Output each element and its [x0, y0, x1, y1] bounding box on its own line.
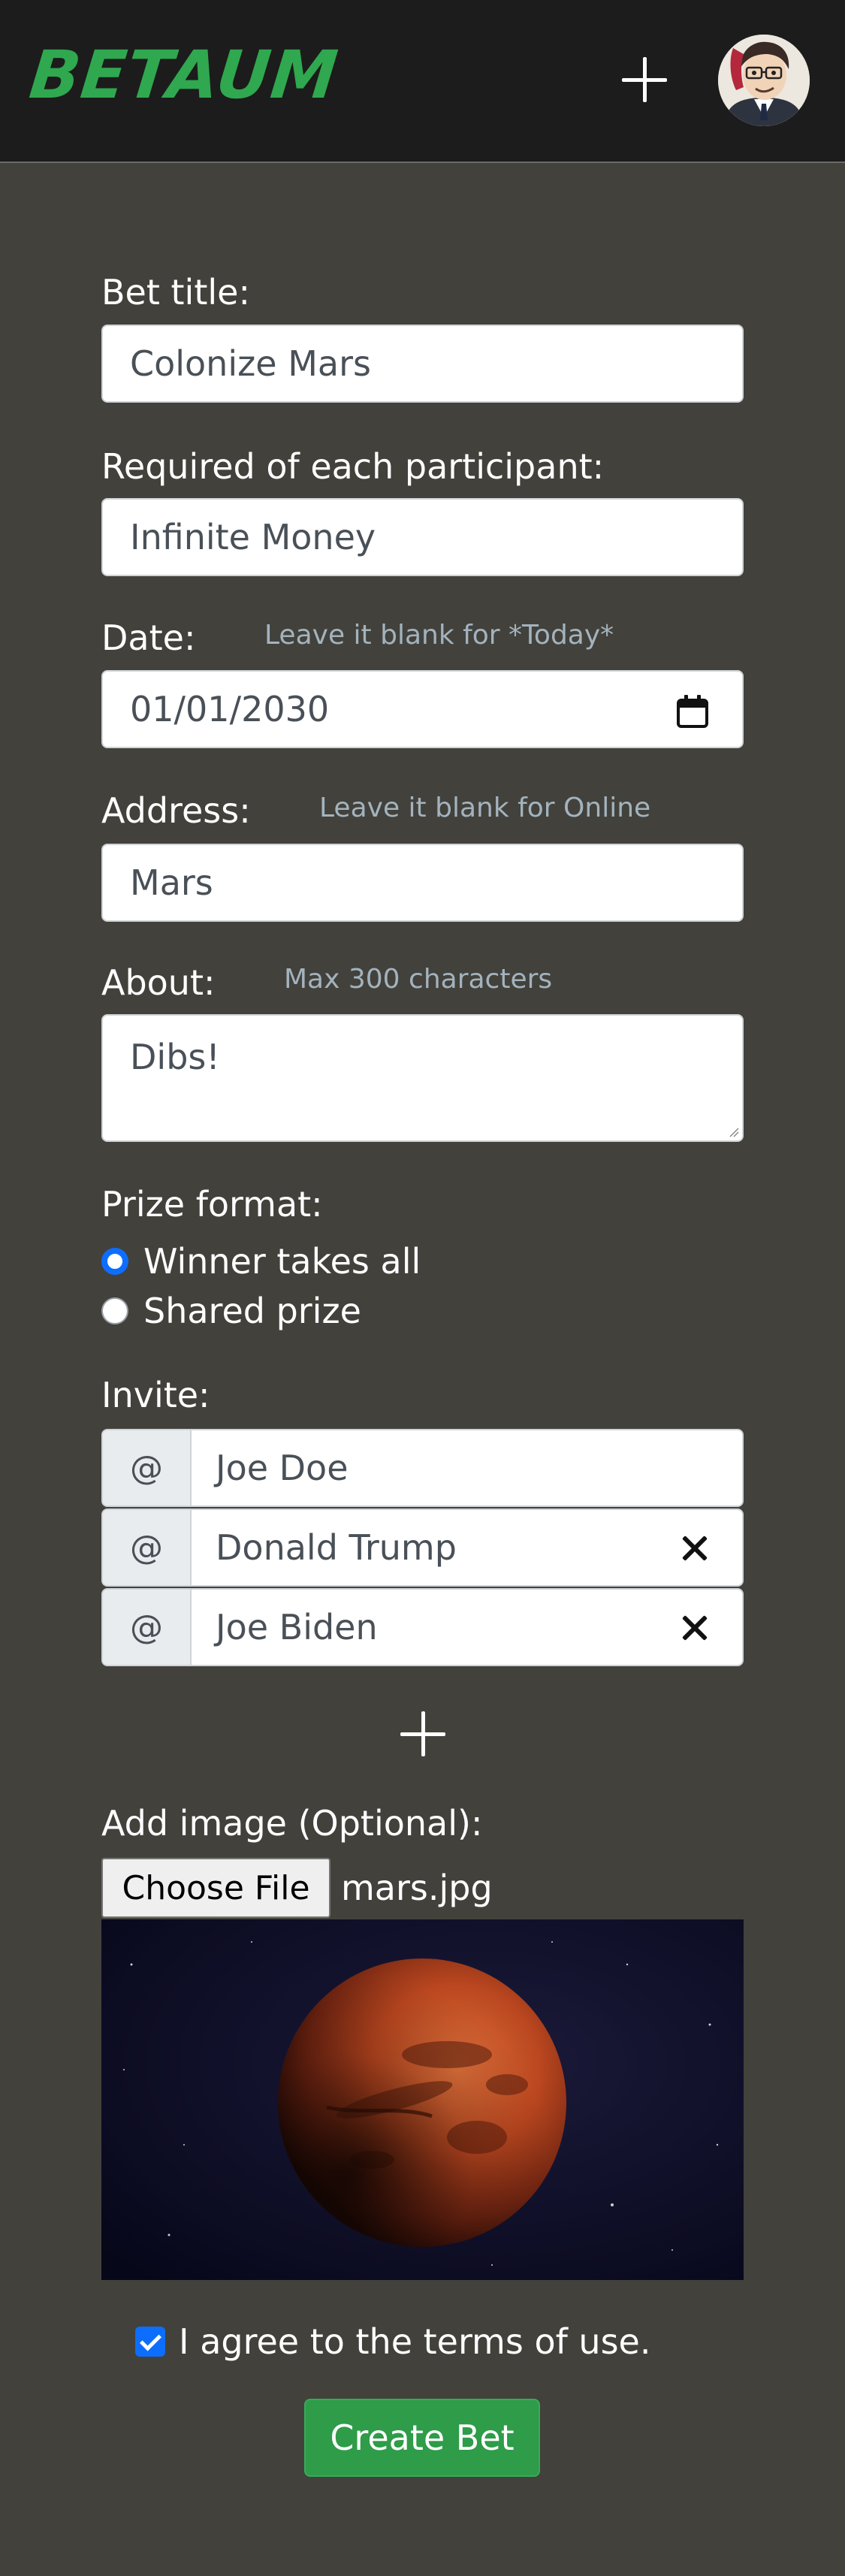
invitee-input[interactable]: Joe Biden	[192, 1590, 742, 1665]
calendar-icon[interactable]	[676, 694, 709, 729]
create-bet-button[interactable]: Create Bet	[304, 2399, 540, 2477]
date-value: 01/01/2030	[130, 689, 330, 729]
terms-label: I agree to the terms of use.	[179, 2321, 651, 2362]
invite-row: @ Joe Doe	[101, 1429, 744, 1507]
invite-row: @ Donald Trump	[101, 1508, 744, 1587]
required-label: Required of each participant:	[101, 446, 605, 487]
prize-option-label: Winner takes all	[143, 1241, 421, 1282]
address-input[interactable]: Mars	[101, 844, 744, 922]
checkbox-checked-icon[interactable]	[135, 2327, 165, 2357]
date-input[interactable]: 01/01/2030	[101, 670, 744, 748]
choose-file-button[interactable]: Choose File	[101, 1858, 330, 1918]
about-textarea[interactable]: Dibs!	[101, 1014, 744, 1142]
top-navbar: BETAUM	[0, 0, 845, 163]
brand-logo[interactable]: BETAUM	[26, 36, 342, 113]
about-value: Dibs!	[130, 1037, 220, 1077]
close-icon[interactable]	[681, 1614, 709, 1642]
invitee-input[interactable]: Joe Doe	[192, 1430, 742, 1505]
address-hint: Leave it blank for Online	[319, 793, 651, 823]
date-label: Date:	[101, 618, 196, 658]
date-hint: Leave it blank for *Today*	[264, 620, 614, 651]
address-label: Address:	[101, 790, 251, 831]
prize-option-winner[interactable]: Winner takes all	[101, 1241, 421, 1282]
bet-title-value: Colonize Mars	[130, 343, 371, 384]
invitee-name: Donald Trump	[216, 1527, 457, 1568]
invite-row: @ Joe Biden	[101, 1588, 744, 1666]
at-sign-prefix: @	[103, 1510, 192, 1585]
required-input[interactable]: Infinite Money	[101, 498, 744, 576]
add-image-label: Add image (Optional):	[101, 1803, 483, 1844]
avatar-portrait-icon	[718, 35, 810, 126]
resize-handle-icon[interactable]	[729, 1127, 739, 1137]
mars-planet-image	[101, 1919, 744, 2280]
invitee-input[interactable]: Donald Trump	[192, 1510, 742, 1585]
add-invitee-plus-icon[interactable]	[393, 1704, 453, 1764]
at-sign-prefix: @	[103, 1590, 192, 1665]
prize-format-label: Prize format:	[101, 1184, 323, 1225]
user-avatar[interactable]	[718, 35, 810, 126]
plus-icon[interactable]	[614, 50, 674, 110]
file-name: mars.jpg	[341, 1868, 493, 1908]
address-value: Mars	[130, 862, 213, 903]
file-input: Choose File mars.jpg	[101, 1858, 493, 1918]
required-value: Infinite Money	[130, 517, 376, 557]
radio-unselected-icon[interactable]	[101, 1297, 128, 1324]
invitee-name: Joe Biden	[216, 1607, 378, 1647]
prize-option-label: Shared prize	[143, 1291, 361, 1331]
invite-label: Invite:	[101, 1375, 210, 1415]
bet-title-label: Bet title:	[101, 272, 250, 313]
image-preview	[101, 1919, 744, 2280]
about-hint: Max 300 characters	[284, 964, 553, 995]
radio-selected-icon[interactable]	[101, 1248, 128, 1275]
terms-agreement[interactable]: I agree to the terms of use.	[135, 2321, 650, 2362]
prize-option-shared[interactable]: Shared prize	[101, 1291, 361, 1331]
invitee-name: Joe Doe	[216, 1448, 349, 1488]
bet-title-input[interactable]: Colonize Mars	[101, 325, 744, 403]
at-sign-prefix: @	[103, 1430, 192, 1505]
close-icon[interactable]	[681, 1534, 709, 1563]
about-label: About:	[101, 962, 216, 1003]
